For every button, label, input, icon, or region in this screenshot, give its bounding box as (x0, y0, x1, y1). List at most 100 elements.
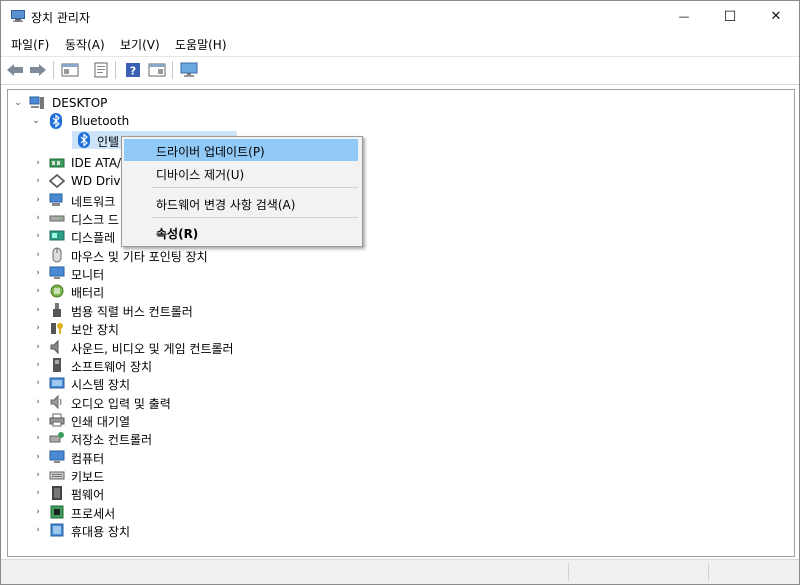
tree-root-row[interactable]: ⌄ DESKTOP (8, 94, 792, 112)
storage-controller-icon (49, 430, 65, 446)
keyboard-icon (49, 467, 65, 483)
tree-item-category[interactable]: › 저장소 컨트롤러 (8, 429, 792, 447)
expand-caret-icon[interactable]: › (32, 209, 44, 227)
tree-item-category[interactable]: › 오디오 입력 및 출력 (8, 393, 792, 411)
tree-item-category[interactable]: › 휴대용 장치 (8, 521, 792, 539)
bluetooth-device-icon (76, 132, 92, 148)
window-title: 장치 관리자 (31, 11, 91, 25)
tree-item-label: 범용 직렬 버스 컨트롤러 (71, 304, 193, 319)
expand-caret-icon[interactable]: › (32, 172, 44, 190)
tree-item-category[interactable]: › 사운드, 비디오 및 게임 컨트롤러 (8, 338, 792, 356)
title-bar[interactable]: 장치 관리자 — ☐ ✕ (1, 1, 799, 32)
mouse-icon (49, 247, 65, 263)
tree-item-category[interactable]: › 인쇄 대기열 (8, 411, 792, 429)
tree-item-label: 저장소 컨트롤러 (71, 433, 153, 448)
monitor-icon (49, 265, 65, 281)
tree-item-category[interactable]: › 모니터 (8, 264, 792, 282)
menu-bar: 파일(F) 동작(A) 보기(V) 도움말(H) (1, 32, 799, 57)
expand-caret-icon[interactable]: › (32, 227, 44, 245)
tree-item-label: 오디오 입력 및 출력 (71, 396, 171, 411)
tree-item-label: 배터리 (71, 286, 105, 301)
expand-caret-icon[interactable]: › (32, 503, 44, 521)
expand-caret-icon[interactable]: › (32, 319, 44, 337)
firmware-icon (49, 485, 65, 501)
tree-item-bluetooth[interactable]: ⌄ Bluetooth (8, 112, 792, 130)
tree-item-category[interactable]: › 범용 직렬 버스 컨트롤러 (8, 301, 792, 319)
tree-item-category[interactable]: › 키보드 (8, 466, 792, 484)
menu-file[interactable]: 파일(F) (11, 36, 49, 53)
expand-caret-icon[interactable]: › (32, 338, 44, 356)
maximize-button[interactable]: ☐ (707, 1, 753, 32)
tree-item-label: 인쇄 대기열 (71, 414, 131, 429)
back-arrow-icon[interactable] (5, 60, 25, 80)
context-properties[interactable]: 속성(R) (124, 221, 358, 243)
expand-caret-icon[interactable]: › (32, 246, 44, 264)
expand-caret-icon[interactable]: › (32, 301, 44, 319)
context-uninstall-device[interactable]: 디바이스 제거(U) (124, 162, 358, 184)
tree-item-category[interactable]: › 펌웨어 (8, 484, 792, 502)
context-update-driver[interactable]: 드라이버 업데이트(P) (124, 139, 358, 161)
expand-caret-icon[interactable]: › (32, 191, 44, 209)
context-item-label: 디바이스 제거(U) (156, 168, 245, 182)
tree-item-label: 펌웨어 (71, 488, 105, 503)
tree-item-category[interactable]: › 배터리 (8, 282, 792, 300)
tree-item-label: 네트워크 (71, 194, 116, 209)
tree-item-label: 모니터 (71, 268, 105, 283)
forward-arrow-icon[interactable] (28, 60, 48, 80)
tree-item-label: WD Drive (71, 174, 128, 189)
expand-caret-icon[interactable]: › (32, 154, 44, 172)
display-adapter-icon (49, 228, 65, 244)
help-icon[interactable]: ? (123, 60, 143, 80)
tree-item-category[interactable]: › 프로세서 (8, 503, 792, 521)
context-item-label: 하드웨어 변경 사항 검색(A) (156, 198, 296, 212)
expand-caret-icon[interactable]: › (32, 356, 44, 374)
tree-item-label: 보안 장치 (71, 323, 119, 338)
speaker-icon (49, 339, 65, 355)
expand-caret-icon[interactable]: › (32, 393, 44, 411)
disk-drive-icon (49, 210, 65, 226)
minimize-icon: — (678, 10, 690, 23)
expand-caret-icon[interactable]: › (32, 466, 44, 484)
expand-caret-icon[interactable]: › (32, 429, 44, 447)
tree-item-category[interactable]: › 보안 장치 (8, 319, 792, 337)
expand-caret-icon[interactable]: › (32, 264, 44, 282)
wd-drive-icon (49, 173, 65, 189)
tree-item-category[interactable]: › 컴퓨터 (8, 448, 792, 466)
close-button[interactable]: ✕ (753, 1, 799, 32)
driver-panel-icon[interactable] (147, 60, 167, 80)
tree-item-category[interactable]: › 마우스 및 기타 포인팅 장치 (8, 246, 792, 264)
collapse-caret-icon[interactable]: ⌄ (30, 112, 42, 130)
menu-help[interactable]: 도움말(H) (175, 36, 227, 53)
expand-caret-icon[interactable]: › (32, 411, 44, 429)
menu-view[interactable]: 보기(V) (120, 36, 160, 53)
toolbar-separator (115, 61, 116, 79)
bluetooth-icon (48, 113, 64, 129)
tree-item-label: 키보드 (71, 469, 105, 484)
computer-icon (49, 449, 65, 465)
tree-item-label: 사운드, 비디오 및 게임 컨트롤러 (71, 341, 234, 356)
tree-item-category[interactable]: › 시스템 장치 (8, 374, 792, 392)
context-menu: 드라이버 업데이트(P) 디바이스 제거(U) 하드웨어 변경 사항 검색(A)… (121, 136, 363, 247)
computer-root-icon (29, 95, 45, 111)
monitor-scan-icon[interactable] (179, 60, 199, 80)
context-scan-hardware[interactable]: 하드웨어 변경 사항 검색(A) (124, 192, 358, 214)
menu-action[interactable]: 동작(A) (65, 36, 105, 53)
expand-caret-icon[interactable]: › (32, 484, 44, 502)
show-hide-tree-icon[interactable] (60, 60, 80, 80)
properties-icon[interactable] (91, 60, 111, 80)
toolbar-separator (172, 61, 173, 79)
minimize-button[interactable]: — (661, 1, 707, 32)
expand-caret-icon[interactable]: › (32, 282, 44, 300)
expand-caret-icon[interactable]: › (32, 448, 44, 466)
tree-item-category[interactable]: › 소프트웨어 장치 (8, 356, 792, 374)
ide-controller-icon (49, 155, 65, 171)
device-manager-app-icon (11, 10, 25, 22)
expand-caret-icon[interactable]: › (32, 521, 44, 539)
tree-item-label: 소프트웨어 장치 (71, 359, 153, 374)
battery-icon (49, 283, 65, 299)
collapse-caret-icon[interactable]: ⌄ (12, 94, 24, 112)
security-key-icon (49, 320, 65, 336)
tree-item-label: IDE ATA/ (71, 156, 122, 170)
network-adapter-icon (49, 192, 65, 208)
expand-caret-icon[interactable]: › (32, 374, 44, 392)
